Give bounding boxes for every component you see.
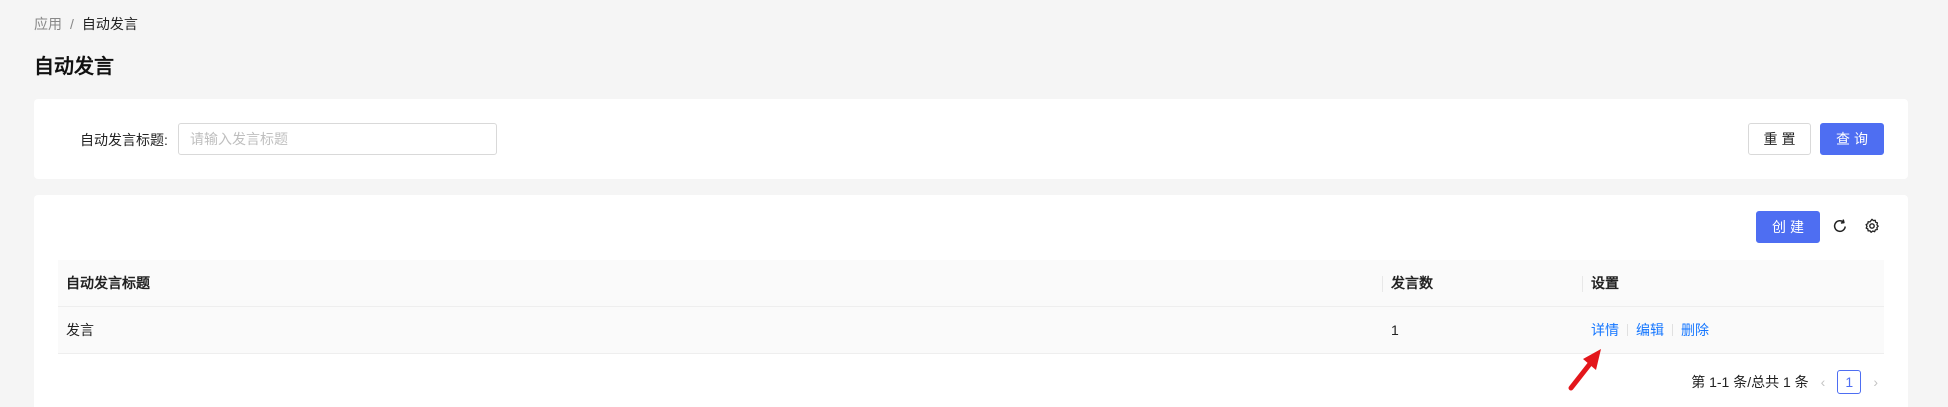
search-panel: 自动发言标题: 重置 查询	[34, 99, 1908, 179]
search-title-input[interactable]	[178, 123, 497, 155]
page-title: 自动发言	[34, 56, 114, 78]
pagination: 第 1-1 条/总共 1 条 ‹ 1 ›	[1691, 370, 1878, 394]
detail-link[interactable]: 详情	[1591, 320, 1619, 340]
breadcrumb: 应用 / 自动发言	[34, 14, 138, 34]
data-table: 自动发言标题 发言数 设置 发言 1 详情 编辑 删除	[58, 260, 1884, 354]
action-divider	[1672, 324, 1673, 336]
page-number-button[interactable]: 1	[1837, 370, 1862, 394]
breadcrumb-current: 自动发言	[81, 16, 138, 32]
breadcrumb-separator: /	[70, 16, 74, 32]
annotation-arrow-icon	[1568, 349, 1601, 391]
breadcrumb-root-link[interactable]: 应用	[34, 14, 62, 34]
next-page-icon[interactable]: ›	[1873, 374, 1878, 390]
column-header-title: 自动发言标题	[58, 260, 1383, 306]
cell-count: 1	[1391, 322, 1399, 338]
gear-icon[interactable]	[1862, 216, 1882, 236]
table-header: 自动发言标题 发言数 设置	[58, 260, 1884, 307]
create-button[interactable]: 创建	[1756, 211, 1820, 243]
delete-link[interactable]: 删除	[1681, 320, 1709, 340]
pagination-summary: 第 1-1 条/总共 1 条	[1691, 374, 1809, 390]
column-header-count: 发言数	[1383, 260, 1583, 306]
query-button[interactable]: 查询	[1820, 123, 1884, 155]
reset-button[interactable]: 重置	[1748, 123, 1811, 155]
search-title-label: 自动发言标题:	[80, 132, 168, 148]
column-header-settings: 设置	[1591, 275, 1619, 291]
table-panel: 创建 自动发言标题 发言数 设置 发言 1 详情 编辑 删除 第 1-1 条/总…	[34, 195, 1908, 407]
table-row: 发言 1 详情 编辑 删除	[58, 307, 1884, 354]
cell-actions: 详情 编辑 删除	[1583, 307, 1884, 353]
action-divider	[1627, 324, 1628, 336]
refresh-icon[interactable]	[1830, 216, 1850, 236]
prev-page-icon[interactable]: ‹	[1821, 374, 1826, 390]
edit-link[interactable]: 编辑	[1636, 320, 1664, 340]
cell-title: 发言	[66, 322, 94, 338]
